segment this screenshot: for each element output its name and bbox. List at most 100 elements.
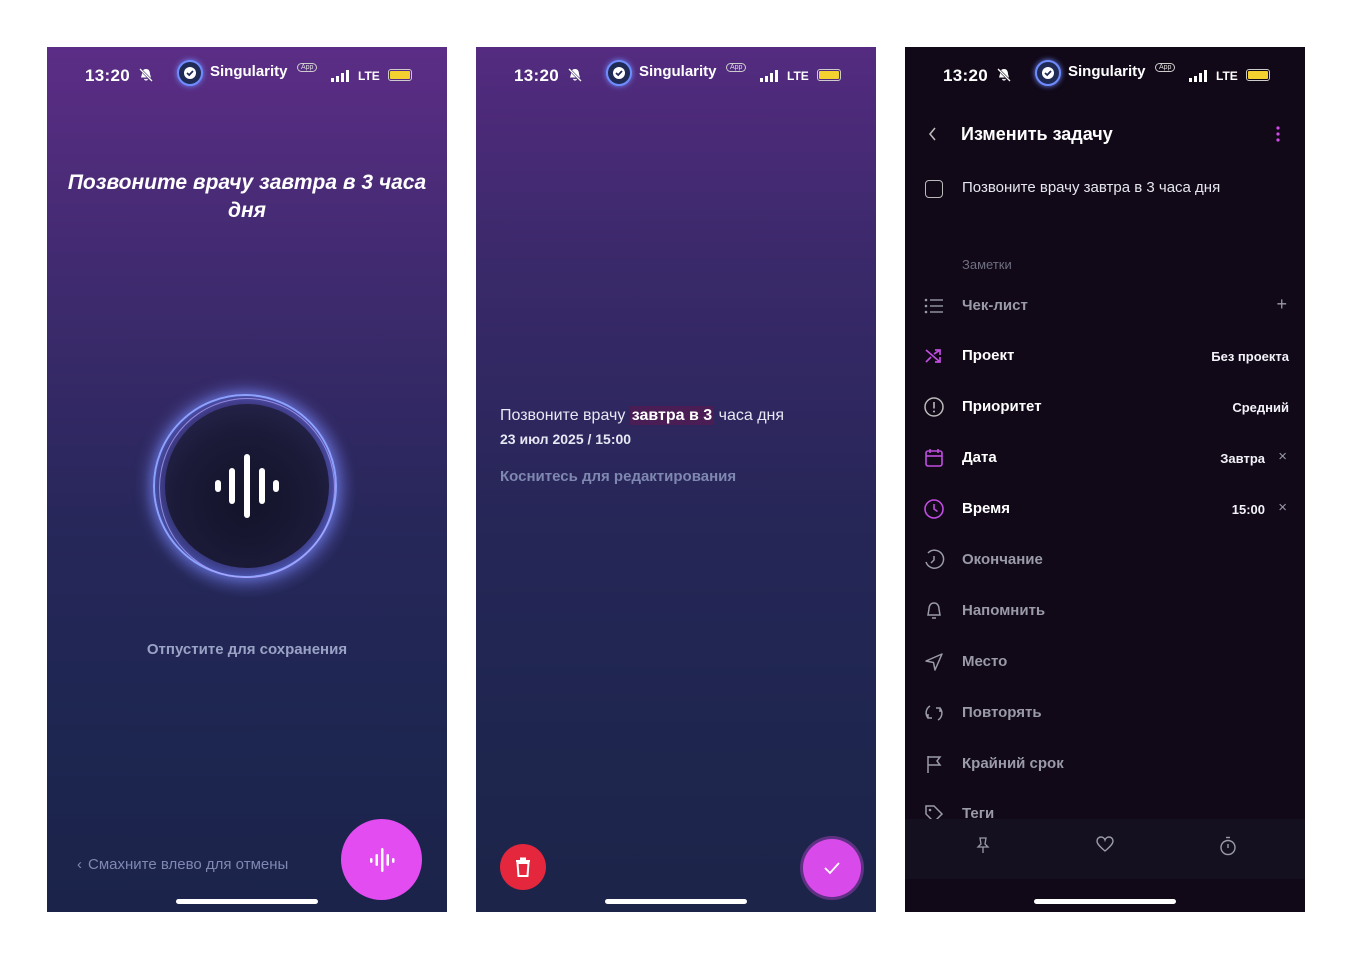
end-time-icon [923, 549, 945, 571]
more-options-icon[interactable] [1275, 125, 1281, 148]
status-bar: 13:20 Singularity App LTE [47, 47, 447, 103]
waveform-icon [370, 848, 395, 872]
signal-icon [331, 69, 351, 87]
release-to-save-hint: Отпустите для сохранения [146, 641, 348, 658]
pin-icon[interactable] [976, 836, 990, 859]
waveform-icon [215, 454, 279, 518]
bell-icon [923, 600, 945, 622]
trash-icon [516, 857, 530, 877]
repeat-icon [923, 702, 945, 724]
app-tag: App [1155, 63, 1176, 72]
edit-header: Изменить задачу [905, 117, 1305, 153]
record-screen: 13:20 Singularity App LTE Позвоните врач… [47, 47, 447, 912]
app-name: Singularity [210, 63, 288, 80]
network-label: LTE [787, 69, 809, 83]
parsed-task-text[interactable]: Позвоните врачу завтра в 3 часа дня [500, 406, 785, 425]
row-label: Окончание [962, 551, 1043, 568]
edit-task-screen: 13:20 Singularity App LTE Изменить задач… [905, 47, 1305, 912]
swipe-cancel-label: Смахните влево для отмены [88, 856, 289, 873]
status-time: 13:20 [85, 66, 130, 85]
row-label: Крайний срок [962, 755, 1064, 772]
row-label: Место [962, 653, 1008, 670]
row-checklist[interactable]: Чек-лист + [905, 291, 1305, 321]
row-priority[interactable]: Приоритет Средний [905, 392, 1305, 422]
app-tag: App [297, 63, 318, 72]
swipe-cancel-hint[interactable]: ‹ Смахните влево для отмены [77, 856, 288, 873]
flag-icon [923, 753, 945, 775]
status-time: 13:20 [514, 66, 559, 85]
clear-date-button[interactable]: × [1278, 448, 1287, 465]
row-label: Проект [962, 347, 1015, 364]
parsed-datetime: 23 июл 2025 / 15:00 [500, 431, 632, 447]
task-text-suffix: часа дня [714, 407, 785, 424]
row-remind[interactable]: Напомнить [905, 596, 1305, 626]
home-indicator[interactable] [176, 899, 318, 904]
app-check-icon [1035, 60, 1061, 86]
silent-bell-icon [139, 68, 153, 87]
voice-orb[interactable] [165, 404, 329, 568]
add-checklist-button[interactable]: + [1276, 294, 1287, 315]
task-text-prefix: Позвоните врачу [500, 407, 630, 424]
app-name: Singularity [639, 63, 717, 80]
delete-button[interactable] [500, 844, 546, 890]
home-indicator[interactable] [605, 899, 747, 904]
shuffle-icon [923, 345, 945, 367]
tap-to-edit-hint[interactable]: Коснитесь для редактирования [500, 468, 736, 485]
task-title-field[interactable]: Позвоните врачу завтра в 3 часа дня [962, 179, 1220, 196]
checkmark-icon [824, 862, 840, 875]
location-arrow-icon [923, 651, 945, 673]
row-repeat[interactable]: Повторять [905, 698, 1305, 728]
date-value: Завтра [1220, 451, 1265, 466]
row-time[interactable]: Время 15:00 × [905, 494, 1305, 524]
page-title: Изменить задачу [961, 124, 1113, 144]
back-chevron-icon[interactable] [927, 126, 937, 147]
chevron-left-icon: ‹ [77, 856, 82, 873]
timer-icon[interactable] [1219, 836, 1237, 861]
checklist-icon [923, 295, 945, 317]
confirm-button[interactable] [803, 839, 861, 897]
clear-time-button[interactable]: × [1278, 499, 1287, 516]
task-text-highlight: завтра в 3 [629, 406, 715, 425]
battery-icon [1246, 69, 1270, 81]
clock-icon [923, 498, 945, 520]
signal-icon [760, 69, 780, 87]
status-bar: 13:20 Singularity App LTE [476, 47, 876, 103]
confirm-screen: 13:20 Singularity App LTE Позвоните врач… [476, 47, 876, 912]
time-value: 15:00 [1231, 502, 1265, 517]
app-check-icon [177, 60, 203, 86]
silent-bell-icon [997, 68, 1011, 87]
heart-icon[interactable] [1096, 836, 1114, 857]
app-name: Singularity [1068, 63, 1146, 80]
battery-icon [388, 69, 412, 81]
row-label: Приоритет [962, 398, 1042, 415]
row-project[interactable]: Проект Без проекта [905, 341, 1305, 371]
row-deadline[interactable]: Крайний срок [905, 749, 1305, 779]
calendar-icon [923, 447, 945, 469]
row-label: Напомнить [962, 602, 1046, 619]
voice-record-button[interactable] [341, 819, 422, 900]
bottom-action-bar [905, 819, 1305, 879]
row-label: Повторять [962, 704, 1042, 721]
app-tag: App [726, 63, 747, 72]
home-indicator[interactable] [1034, 899, 1176, 904]
row-label: Время [962, 500, 1010, 517]
notes-field[interactable]: Заметки [962, 257, 1012, 272]
signal-icon [1189, 69, 1209, 87]
priority-icon [923, 396, 945, 418]
row-end[interactable]: Окончание [905, 545, 1305, 575]
status-bar: 13:20 Singularity App LTE [905, 47, 1305, 103]
row-place[interactable]: Место [905, 647, 1305, 677]
project-value: Без проекта [1211, 349, 1289, 364]
silent-bell-icon [568, 68, 582, 87]
row-label: Дата [962, 449, 997, 466]
priority-value: Средний [1232, 400, 1289, 415]
network-label: LTE [358, 69, 380, 83]
app-check-icon [606, 60, 632, 86]
row-date[interactable]: Дата Завтра × [905, 443, 1305, 473]
battery-icon [817, 69, 841, 81]
transcribed-task-title: Позвоните врачу завтра в 3 часа дня [67, 171, 427, 222]
status-time: 13:20 [943, 66, 988, 85]
task-complete-checkbox[interactable] [925, 180, 943, 198]
row-label: Чек-лист [962, 297, 1028, 314]
network-label: LTE [1216, 69, 1238, 83]
